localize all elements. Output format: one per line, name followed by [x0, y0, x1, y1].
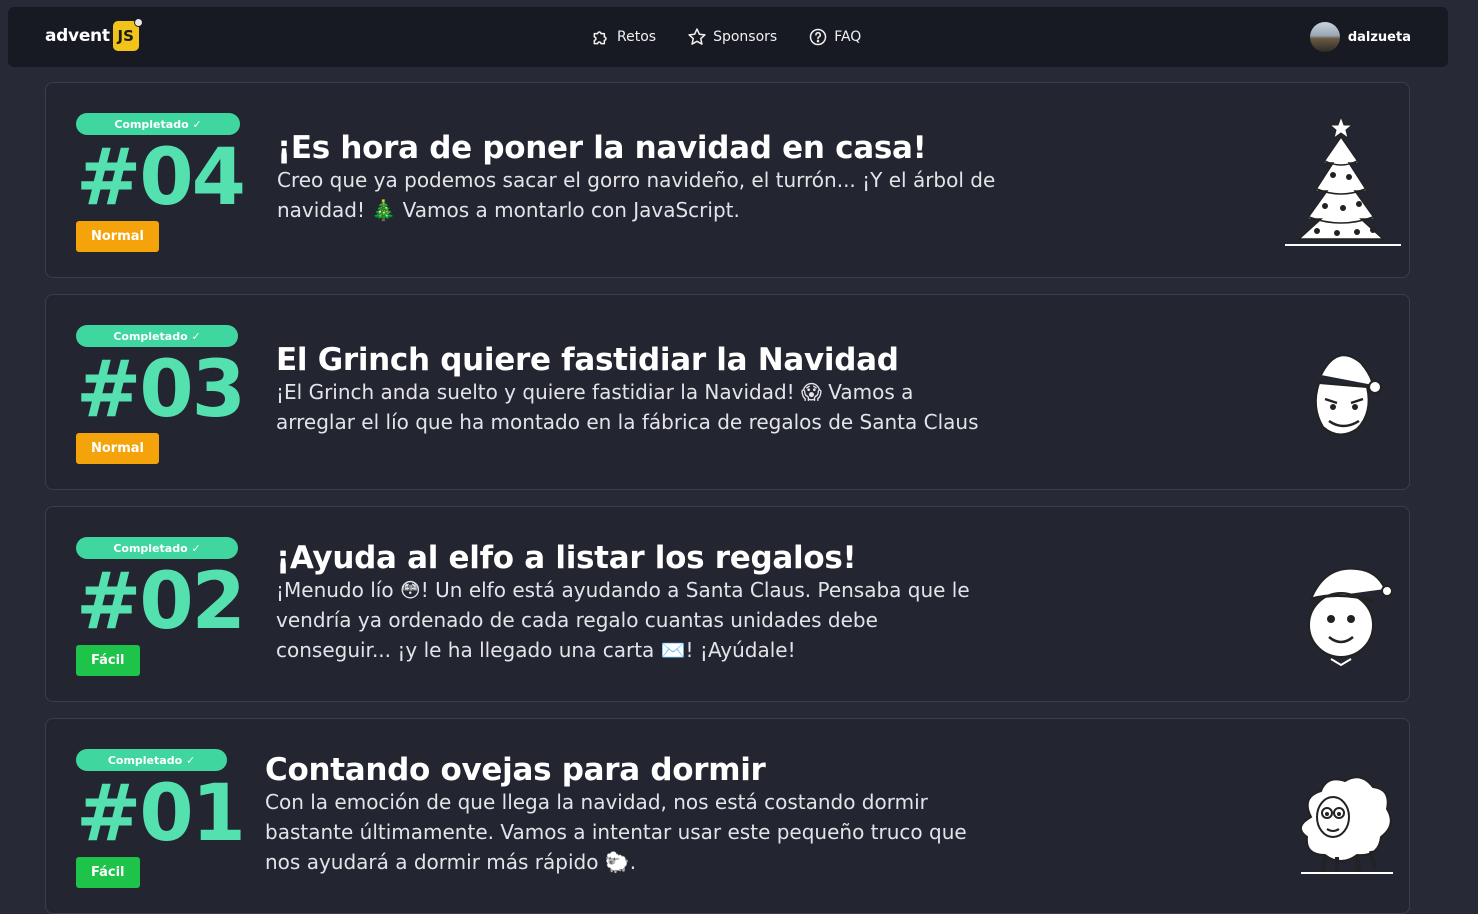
- challenge-card[interactable]: Completado ✓ #02 Fácil ¡Ayuda al elfo a …: [45, 506, 1410, 702]
- nav-links: Retos Sponsors FAQ: [591, 7, 892, 67]
- puzzle-icon: [593, 31, 607, 45]
- sheep-icon: [1300, 776, 1393, 874]
- user-menu[interactable]: dalzueta: [1309, 22, 1411, 52]
- challenge-description: ¡Menudo lío 😳! Un elfo está ayudando a S…: [276, 578, 970, 662]
- challenge-number: #01: [76, 769, 246, 859]
- elf-icon: [1308, 567, 1393, 667]
- challenge-title: ¡Es hora de poner la navidad en casa!: [277, 130, 927, 166]
- level-badge: Normal: [76, 221, 159, 252]
- challenge-text: ¡Ayuda al elfo a listar los regalos! ¡Me…: [276, 541, 996, 665]
- challenge-card[interactable]: Completado ✓ #04 Normal ¡Es hora de pone…: [45, 82, 1410, 278]
- completed-badge: Completado ✓: [76, 537, 238, 559]
- completed-badge: Completado ✓: [76, 749, 227, 771]
- challenge-number: #03: [76, 345, 246, 435]
- completed-badge: Completado ✓: [76, 113, 240, 135]
- logo-text: advent: [45, 26, 110, 46]
- level-badge: Fácil: [76, 857, 140, 888]
- level-badge: Normal: [76, 433, 159, 464]
- nav-link-retos-label: Retos: [617, 29, 657, 45]
- challenge-text: Contando ovejas para dormir Con la emoci…: [265, 753, 985, 877]
- top-navbar: advent JS Retos Sponsors FAQ dalzueta: [8, 7, 1448, 67]
- logo-js-badge: JS: [112, 18, 143, 51]
- completed-badge: Completado ✓: [76, 325, 238, 347]
- challenge-title: ¡Ayuda al elfo a listar los regalos!: [276, 540, 857, 576]
- challenge-title: Contando ovejas para dormir: [265, 752, 766, 788]
- nav-link-sponsors-label: Sponsors: [713, 29, 778, 45]
- challenge-title: El Grinch quiere fastidiar la Navidad: [276, 342, 899, 378]
- nav-link-faq-label: FAQ: [834, 29, 862, 45]
- help-icon: [809, 28, 827, 46]
- logo-js-label: JS: [117, 27, 134, 45]
- level-badge: Fácil: [76, 645, 140, 676]
- grinch-icon: [1314, 354, 1382, 436]
- challenge-card[interactable]: Completado ✓ #03 Normal El Grinch quiere…: [45, 294, 1410, 490]
- nav-link-sponsors[interactable]: Sponsors: [687, 27, 777, 47]
- nav-link-retos[interactable]: Retos: [591, 27, 656, 47]
- username: dalzueta: [1347, 29, 1411, 45]
- challenge-text: ¡Es hora de poner la navidad en casa! Cr…: [277, 131, 997, 225]
- challenge-card[interactable]: Completado ✓ #01 Fácil Contando ovejas p…: [45, 718, 1410, 914]
- challenge-description: Creo que ya podemos sacar el gorro navid…: [277, 168, 996, 222]
- christmas-tree-icon: [1285, 115, 1401, 246]
- challenge-number: #02: [76, 557, 246, 647]
- nav-link-faq[interactable]: FAQ: [808, 27, 861, 47]
- avatar[interactable]: [1309, 22, 1340, 52]
- challenge-text: El Grinch quiere fastidiar la Navidad ¡E…: [276, 343, 996, 437]
- logo-dot: [133, 18, 143, 27]
- star-icon: [688, 28, 706, 45]
- challenge-number: #04: [76, 133, 246, 223]
- challenge-description: ¡El Grinch anda suelto y quiere fastidia…: [276, 380, 979, 434]
- challenge-description: Con la emoción de que llega la navidad, …: [265, 790, 967, 874]
- adventjs-logo[interactable]: advent JS: [45, 18, 143, 51]
